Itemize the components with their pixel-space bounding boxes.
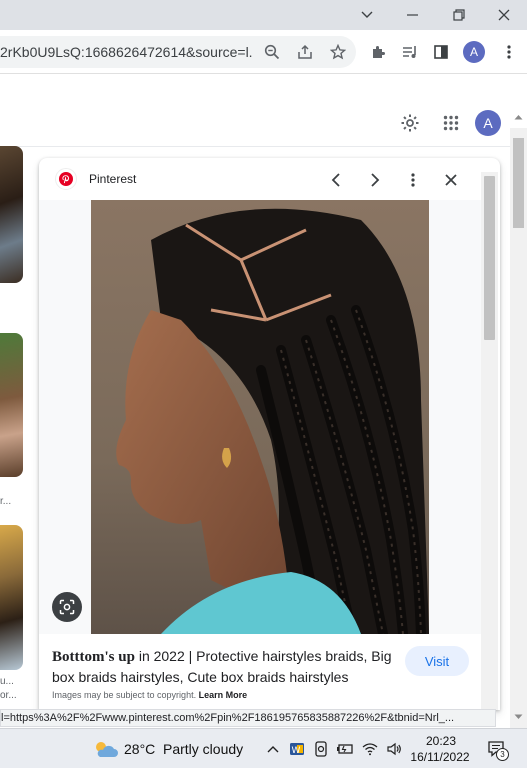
more-options-icon[interactable] (399, 166, 427, 194)
clock-time[interactable]: 20:23 (412, 734, 470, 748)
learn-more-link[interactable]: Learn More (199, 690, 248, 700)
windows-taskbar: 28°C Partly cloudy W 20:23 16/11/2022 3 (0, 728, 527, 768)
window-titlebar (0, 0, 527, 30)
minimize-icon[interactable] (390, 0, 436, 30)
zoom-icon[interactable] (256, 36, 288, 68)
source-name[interactable]: Pinterest (89, 172, 136, 186)
notification-count: 3 (496, 748, 509, 761)
google-account-avatar[interactable]: A (472, 107, 504, 139)
url-text[interactable]: 2rKb0U9LsQ:1668626472614&source=l... (0, 44, 252, 60)
account-initial: A (475, 110, 501, 136)
preview-scrollbar[interactable] (481, 172, 498, 710)
battery-icon[interactable] (335, 739, 355, 759)
google-apps-icon[interactable] (435, 107, 467, 139)
profile-avatar[interactable]: A (458, 36, 490, 68)
svg-text:W: W (292, 746, 301, 756)
previous-icon[interactable] (322, 166, 350, 194)
preview-title[interactable]: Botttom's up in 2022 | Protective hairst… (52, 646, 392, 687)
clock-date[interactable]: 16/11/2022 (408, 750, 472, 764)
preview-image-area (39, 200, 481, 639)
show-hidden-icons-chevron-icon[interactable] (263, 739, 283, 759)
result-thumbnail[interactable] (0, 146, 23, 283)
weather-temperature[interactable]: 28°C (124, 741, 155, 757)
link-status-bar: l=https%3A%2F%2Fwww.pinterest.com%2Fpin%… (0, 709, 496, 727)
preview-title-bold: Botttom's up (52, 649, 135, 665)
copyright-note: Images may be subject to copyright. Lear… (52, 690, 247, 700)
close-preview-icon[interactable] (437, 166, 465, 194)
google-lens-icon[interactable] (52, 592, 82, 622)
page-scrollbar-thumb[interactable] (513, 138, 524, 228)
visit-button[interactable]: Visit (405, 646, 469, 676)
pinterest-logo-icon (55, 168, 77, 190)
chrome-menu-icon[interactable] (493, 36, 525, 68)
result-caption[interactable]: u... (0, 676, 14, 687)
volume-icon[interactable] (384, 739, 404, 759)
wifi-icon[interactable] (360, 739, 380, 759)
next-icon[interactable] (361, 166, 389, 194)
google-header: A (0, 103, 527, 147)
share-icon[interactable] (289, 36, 321, 68)
close-window-icon[interactable] (481, 0, 527, 30)
word-app-icon[interactable]: W (287, 739, 307, 759)
extensions-icon[interactable] (362, 36, 394, 68)
scroll-down-icon[interactable] (514, 714, 523, 720)
settings-gear-icon[interactable] (394, 107, 426, 139)
tab-search-icon[interactable] (344, 0, 390, 30)
notification-center-icon[interactable]: 3 (484, 739, 510, 761)
page-scrollbar[interactable] (510, 115, 527, 728)
media-control-icon[interactable] (394, 36, 426, 68)
scroll-up-icon[interactable] (514, 114, 523, 120)
bookmark-star-icon[interactable] (322, 36, 354, 68)
result-caption[interactable]: r... (0, 496, 11, 507)
preview-scrollbar-thumb[interactable] (484, 176, 495, 340)
restore-icon[interactable] (436, 0, 482, 30)
meet-now-icon[interactable] (311, 739, 331, 759)
preview-header: Pinterest (39, 158, 500, 200)
result-caption[interactable]: or... (0, 690, 17, 701)
result-thumbnail[interactable] (0, 525, 23, 670)
weather-partly-cloudy-icon[interactable] (92, 739, 118, 759)
preview-image[interactable] (91, 200, 429, 639)
side-panel-icon[interactable] (425, 36, 457, 68)
result-thumbnail[interactable] (0, 333, 23, 477)
address-bar[interactable]: 2rKb0U9LsQ:1668626472614&source=l... (0, 36, 356, 68)
browser-toolbar: 2rKb0U9LsQ:1668626472614&source=l... A (0, 30, 527, 74)
weather-description[interactable]: Partly cloudy (163, 741, 243, 757)
image-preview-panel: Pinterest Botttom's up in 2022 | Protect… (39, 158, 500, 710)
profile-initial: A (463, 41, 485, 63)
copyright-text: Images may be subject to copyright. (52, 690, 197, 700)
